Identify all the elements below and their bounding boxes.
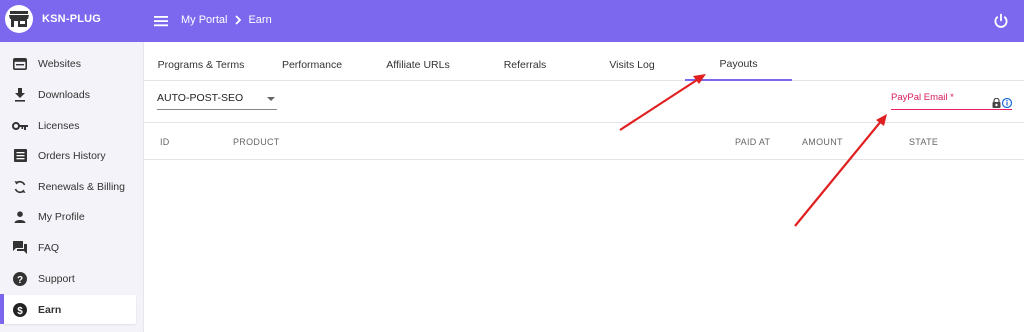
- help-icon: ?: [10, 271, 30, 286]
- breadcrumb-current: Earn: [248, 14, 272, 26]
- column-header-amount[interactable]: AMOUNT: [802, 137, 843, 147]
- sidebar-item-orders-history[interactable]: Orders History: [4, 141, 136, 170]
- brand-name: KSN-PLUG: [42, 13, 102, 25]
- sidebar-item-faq[interactable]: FAQ: [4, 233, 136, 262]
- breadcrumb-home[interactable]: My Portal: [181, 14, 227, 26]
- payouts-table-header: ID PRODUCT PAID AT AMOUNT STATE: [144, 123, 1024, 160]
- key-icon: [10, 121, 30, 131]
- paypal-email-label: PayPal Email *: [891, 92, 954, 103]
- tab-affiliate-urls[interactable]: Affiliate URLs: [366, 48, 470, 81]
- column-header-paid-at[interactable]: PAID AT: [735, 137, 770, 147]
- download-icon: [10, 87, 30, 102]
- power-icon[interactable]: [992, 12, 1010, 30]
- column-header-id[interactable]: ID: [160, 137, 170, 147]
- breadcrumb: My Portal Earn: [181, 14, 272, 26]
- svg-text:?: ?: [17, 275, 23, 286]
- top-app-bar: KSN-PLUG My Portal Earn: [0, 0, 1024, 42]
- tab-performance[interactable]: Performance: [258, 48, 366, 81]
- paypal-email-field[interactable]: PayPal Email *: [891, 90, 1013, 113]
- sidebar-item-licenses[interactable]: Licenses: [4, 111, 136, 140]
- dropdown-arrow-icon: [267, 97, 275, 101]
- dollar-icon: $: [10, 302, 30, 317]
- forum-icon: [10, 241, 30, 254]
- sidebar-item-label: Renewals & Billing: [38, 180, 125, 193]
- svg-text:$: $: [17, 305, 23, 316]
- chevron-right-icon: [234, 15, 242, 25]
- list-icon: [10, 149, 30, 162]
- sidebar-item-my-profile[interactable]: My Profile: [4, 202, 136, 231]
- sidebar-item-support[interactable]: ? Support: [4, 264, 136, 293]
- browser-icon: [10, 57, 30, 70]
- menu-icon[interactable]: [153, 13, 169, 29]
- sidebar-item-label: Orders History: [38, 149, 106, 162]
- sidebar-item-label: My Profile: [38, 210, 85, 223]
- lock-icon[interactable]: [992, 95, 1001, 113]
- tab-referrals[interactable]: Referrals: [470, 48, 580, 81]
- sidebar-item-label: Earn: [38, 303, 62, 316]
- program-select[interactable]: AUTO-POST-SEO: [157, 92, 277, 110]
- sidebar-item-label: Support: [38, 272, 75, 285]
- info-icon[interactable]: [1001, 95, 1013, 113]
- sidebar-item-label: Downloads: [38, 88, 90, 101]
- tab-bar: Programs & Terms Performance Affiliate U…: [144, 48, 1024, 81]
- column-header-product[interactable]: PRODUCT: [233, 137, 280, 147]
- person-icon: [10, 210, 30, 223]
- sidebar-item-websites[interactable]: Websites: [4, 49, 136, 78]
- refresh-icon: [10, 180, 30, 194]
- program-select-value: AUTO-POST-SEO: [157, 92, 244, 104]
- storefront-icon: [5, 5, 33, 33]
- sidebar-item-label: Licenses: [38, 119, 80, 132]
- column-header-state[interactable]: STATE: [909, 137, 938, 147]
- sidebar-item-label: Websites: [38, 57, 81, 70]
- sidebar-item-earn[interactable]: $ Earn: [4, 295, 136, 324]
- sidebar-item-label: FAQ: [38, 241, 60, 254]
- tab-programs-terms[interactable]: Programs & Terms: [144, 48, 258, 81]
- sidebar-item-downloads[interactable]: Downloads: [4, 80, 136, 109]
- brand[interactable]: KSN-PLUG: [5, 5, 101, 33]
- tab-visits-log[interactable]: Visits Log: [580, 48, 684, 81]
- sidebar-item-renewals-billing[interactable]: Renewals & Billing: [4, 172, 136, 201]
- tab-payouts[interactable]: Payouts: [685, 48, 792, 81]
